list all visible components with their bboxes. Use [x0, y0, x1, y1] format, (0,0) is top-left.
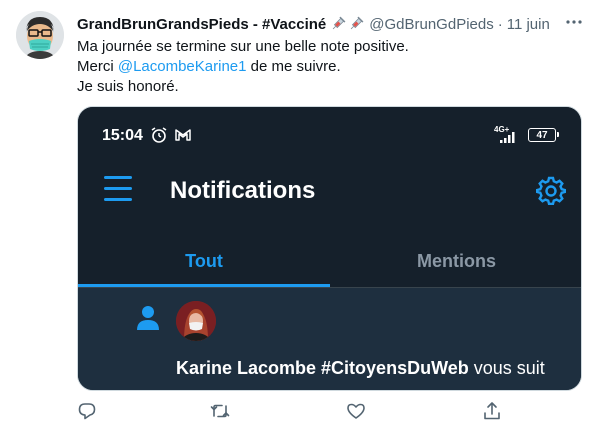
tab-mentions[interactable]: Mentions — [330, 235, 581, 287]
author-avatar[interactable] — [16, 11, 64, 59]
alarm-icon — [151, 127, 167, 143]
tweet-text-line: Je suis honoré. — [77, 78, 179, 95]
author-handle[interactable]: @GdBrunGdPieds — [369, 16, 493, 33]
text-suffix: de me suivre. — [246, 58, 341, 75]
tab-all[interactable]: Tout — [78, 235, 330, 287]
tweet-text: Ma journée se termine sur une belle note… — [77, 37, 577, 97]
follower-avatar[interactable] — [176, 301, 216, 341]
battery-level: 47 — [536, 129, 548, 141]
notification-action: vous suit — [468, 358, 545, 378]
battery-indicator: 47 — [528, 128, 559, 142]
attached-screenshot[interactable]: 15:04 4G+ 47 Notifications Tout Mentions — [77, 106, 582, 391]
reply-icon[interactable] — [77, 401, 97, 421]
retweet-icon[interactable] — [210, 401, 230, 421]
mention-link[interactable]: @LacombeKarine1 — [118, 58, 247, 75]
status-clock: 15:04 — [102, 127, 143, 144]
tweet-text-line: Merci @LacombeKarine1 de me suivre. — [77, 57, 577, 77]
page-title: Notifications — [170, 177, 316, 204]
separator-dot: · — [497, 15, 503, 33]
notification-tabs: Tout Mentions — [78, 235, 581, 287]
syringe-emojis — [330, 16, 364, 32]
like-icon[interactable] — [346, 401, 366, 421]
text-prefix: Merci — [77, 58, 118, 75]
app-header: Notifications — [78, 159, 581, 225]
follower-name[interactable]: Karine Lacombe #CitoyensDuWeb — [176, 358, 469, 378]
author-name[interactable]: GrandBrunGrandsPieds - #Vacciné — [77, 16, 326, 33]
notification-text: Karine Lacombe #CitoyensDuWeb vous suit — [176, 358, 545, 379]
phone-status-bar: 15:04 4G+ 47 — [78, 107, 581, 159]
share-icon[interactable] — [482, 401, 502, 421]
hamburger-icon[interactable] — [104, 176, 132, 202]
notification-item[interactable]: Karine Lacombe #CitoyensDuWeb vous suit — [78, 288, 581, 390]
gear-icon[interactable] — [536, 176, 566, 206]
tweet[interactable]: GrandBrunGrandsPieds - #Vacciné @GdBrunG… — [0, 0, 598, 435]
person-icon — [137, 306, 159, 330]
tweet-text-line: Ma journée se termine sur une belle note… — [77, 38, 409, 55]
tweet-actions — [77, 401, 507, 425]
syringe-icon — [333, 16, 346, 30]
more-icon[interactable] — [562, 10, 586, 34]
signal-icon — [500, 132, 515, 143]
gmail-icon — [175, 129, 191, 141]
tweet-header: GrandBrunGrandsPieds - #Vacciné @GdBrunG… — [77, 14, 550, 34]
tweet-timestamp[interactable]: 11 juin — [507, 16, 550, 33]
syringe-icon — [351, 16, 364, 30]
